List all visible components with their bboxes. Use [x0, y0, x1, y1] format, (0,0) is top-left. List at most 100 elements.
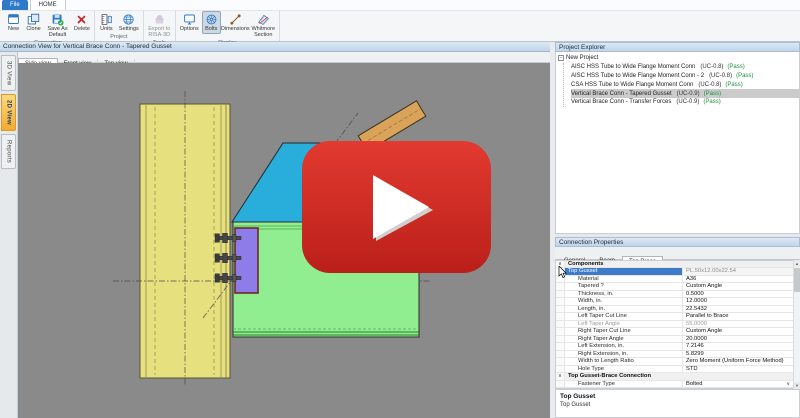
- drawing-canvas[interactable]: [18, 63, 550, 418]
- property-value[interactable]: 7.2146: [683, 343, 799, 349]
- dock-tab-3d-view[interactable]: 3D View: [1, 55, 16, 91]
- dock-tab-label: 3D View: [6, 61, 12, 85]
- dimensions-icon: [228, 13, 243, 26]
- property-label: Left Taper Angle: [565, 321, 683, 327]
- tree-item-csa-hss-tube-to-wide-flange-moment-conn[interactable]: CSA HSS Tube to Wide Flange Moment Conn (…: [571, 80, 799, 89]
- dropdown-chevron-icon[interactable]: ∨: [786, 381, 790, 387]
- property-label: Length, in.: [565, 306, 683, 312]
- property-label: Left Taper Cut Line: [565, 313, 683, 319]
- dimensions-button[interactable]: Dimensions: [222, 11, 249, 34]
- row-gutter: [556, 283, 565, 289]
- property-row-right-taper-angle[interactable]: Right Taper Angle20.0000: [556, 336, 799, 343]
- tree-item-aisc-hss-tube-to-wide-flange-moment-conn-2[interactable]: AISC HSS Tube to Wide Flange Moment Conn…: [571, 72, 799, 81]
- whitmore-section-button[interactable]: Whitmore Section: [250, 11, 277, 40]
- tree-item-name: Vertical Brace Conn - Transfer Forces: [571, 99, 671, 105]
- property-row-length-in[interactable]: Length, in.22.5432: [556, 306, 799, 313]
- collapse-expander-icon[interactable]: −: [558, 55, 564, 61]
- app-window: FileHOME New CloneSave As DefaultDelete Co…: [0, 0, 800, 418]
- ribbon-tab-file[interactable]: File: [2, 0, 28, 10]
- expander-chevron-icon[interactable]: ∨: [556, 373, 565, 379]
- tree-item-vertical-brace-conn-transfer-forces[interactable]: Vertical Brace Conn - Transfer Forces (UC…: [571, 98, 799, 107]
- units-button[interactable]: Units: [97, 11, 116, 34]
- save-as-default-button[interactable]: Save As Default: [44, 11, 71, 40]
- row-gutter: [556, 366, 565, 372]
- tree-item-status: (Pass): [736, 73, 753, 79]
- row-gutter: [556, 351, 565, 357]
- property-label: Fastener Type: [565, 381, 683, 387]
- tree-item-status: (Pass): [703, 99, 720, 105]
- property-value[interactable]: 12.0000: [683, 298, 799, 304]
- property-row-top-gusset-brace-connection[interactable]: ∨Top Gusset-Brace Connection: [556, 373, 799, 380]
- property-grid-scrollbar[interactable]: ▲ ▼: [793, 260, 800, 389]
- property-row-left-taper-cut-line[interactable]: Left Taper Cut LineParallel to Brace: [556, 313, 799, 320]
- property-row-right-extension-in[interactable]: Right Extension, in.5.8299: [556, 351, 799, 358]
- property-row-left-extension-in[interactable]: Left Extension, in.7.2146: [556, 343, 799, 350]
- property-value[interactable]: Bolted∨: [683, 381, 799, 387]
- connection-view-titlebar: Connection View for Vertical Brace Conn …: [0, 42, 555, 52]
- new-button[interactable]: New: [4, 11, 23, 34]
- property-value[interactable]: 22.5432: [683, 306, 799, 312]
- property-value[interactable]: 20.0000: [683, 336, 799, 342]
- property-value[interactable]: 0.5000: [683, 291, 799, 297]
- expander-chevron-icon[interactable]: ∨: [556, 268, 565, 274]
- property-value[interactable]: A36: [683, 276, 799, 282]
- tree-item-aisc-hss-tube-to-wide-flange-moment-conn[interactable]: AISC HSS Tube to Wide Flange Moment Conn…: [571, 63, 799, 72]
- delete-button[interactable]: Delete: [72, 11, 92, 34]
- view-tab-strip: Side viewFront viewTop view: [18, 52, 555, 63]
- tree-item-name: CSA HSS Tube to Wide Flange Moment Conn: [571, 82, 693, 88]
- property-value[interactable]: Custom Angle: [683, 283, 799, 289]
- property-row-material[interactable]: MaterialA36: [556, 276, 799, 283]
- row-gutter: [556, 321, 565, 327]
- button-label: Options: [180, 26, 199, 32]
- property-row-left-taper-angle[interactable]: Left Taper Angle55.0000: [556, 321, 799, 328]
- dock-tab-reports[interactable]: Reports: [1, 134, 16, 169]
- dock-tab-2d-view[interactable]: 2D View: [1, 94, 16, 131]
- tree-item-name: AISC HSS Tube to Wide Flange Moment Conn…: [571, 73, 704, 79]
- row-gutter: [556, 291, 565, 297]
- clone-button[interactable]: Clone: [24, 11, 43, 34]
- settings-button[interactable]: Settings: [117, 11, 141, 34]
- property-value[interactable]: PL.50x12.00x22.54: [683, 268, 799, 274]
- property-value[interactable]: 55.0000: [683, 321, 799, 327]
- property-row-hole-type[interactable]: Hole TypeSTD: [556, 366, 799, 373]
- property-row-components[interactable]: ∨Components: [556, 261, 799, 268]
- ribbon-tab-home[interactable]: HOME: [30, 0, 66, 10]
- property-row-width-in[interactable]: Width, in.12.0000: [556, 298, 799, 305]
- property-value[interactable]: 5.8299: [683, 351, 799, 357]
- property-label: Thickness, in.: [565, 291, 683, 297]
- ribbon-group-display: OptionsBoltsDimensionsWhitmore SectionDi…: [176, 11, 280, 41]
- expander-chevron-icon[interactable]: ∨: [556, 261, 565, 267]
- property-value[interactable]: STD: [683, 366, 799, 372]
- property-row-right-taper-cut-line[interactable]: Right Taper Cut LineCustom Angle: [556, 328, 799, 335]
- tree-item-uc: (UC-0.8): [700, 64, 723, 70]
- property-value[interactable]: Custom Angle: [683, 328, 799, 334]
- video-play-button[interactable]: [302, 141, 491, 273]
- whitmore-section-icon: [256, 13, 271, 26]
- button-label: Bolts: [205, 26, 217, 32]
- property-row-fastener-type[interactable]: Fastener TypeBolted∨: [556, 381, 799, 388]
- tree-root-row[interactable]: −New Project: [558, 54, 799, 63]
- options-button[interactable]: Options: [178, 11, 201, 34]
- tree-item-uc: (UC-0.8): [698, 82, 721, 88]
- tree-item-uc: (UC-0.9): [677, 91, 700, 97]
- property-row-tapered[interactable]: Tapered ?Custom Angle: [556, 283, 799, 290]
- property-row-thickness-in[interactable]: Thickness, in.0.5000: [556, 291, 799, 298]
- property-label: Components: [565, 261, 799, 267]
- bolts-icon: [204, 13, 219, 26]
- property-value[interactable]: Parallel to Brace: [683, 313, 799, 319]
- property-row-top-gusset[interactable]: ∨Top GussetPL.50x12.00x22.54: [556, 268, 799, 275]
- scroll-up-arrow-icon[interactable]: ▲: [794, 260, 800, 267]
- button-label: New: [8, 26, 19, 32]
- property-row-width-to-length-ratio[interactable]: Width to Length RatioZero Moment (Unifor…: [556, 358, 799, 365]
- tree-item-name: Vertical Brace Conn - Tapered Gusset: [571, 91, 672, 97]
- scrollbar-thumb[interactable]: [794, 268, 800, 292]
- clone-icon: [26, 13, 41, 26]
- property-label: Right Extension, in.: [565, 351, 683, 357]
- tree-item-vertical-brace-conn-tapered-gusset[interactable]: Vertical Brace Conn - Tapered Gusset (UC-…: [571, 89, 799, 98]
- property-description-body: Top Gusset: [560, 402, 795, 408]
- connection-drawing: [18, 63, 550, 418]
- bolts-button[interactable]: Bolts: [202, 11, 221, 34]
- scroll-down-arrow-icon[interactable]: ▼: [794, 382, 800, 389]
- tree-item-uc: (UC-0.9): [676, 99, 699, 105]
- property-value[interactable]: Zero Moment (Uniform Force Method): [683, 358, 799, 364]
